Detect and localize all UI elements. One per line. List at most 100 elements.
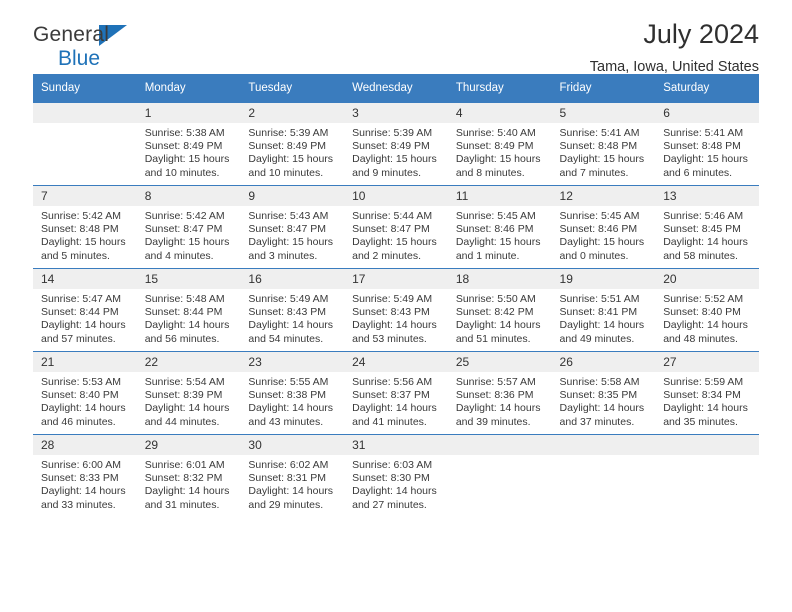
calendar-day-cell[interactable]: 14 Sunrise: 5:47 AM Sunset: 8:44 PM Dayl… bbox=[33, 268, 137, 352]
calendar-day-cell[interactable] bbox=[33, 102, 137, 186]
day-number: 16 bbox=[240, 269, 345, 289]
calendar-day-cell[interactable]: 5 Sunrise: 5:41 AM Sunset: 8:48 PM Dayli… bbox=[551, 102, 656, 186]
calendar-day-cell[interactable]: 16 Sunrise: 5:49 AM Sunset: 8:43 PM Dayl… bbox=[240, 268, 345, 352]
calendar-day-cell[interactable]: 30 Sunrise: 6:02 AM Sunset: 8:31 PM Dayl… bbox=[240, 434, 345, 517]
calendar-week-row: 21 Sunrise: 5:53 AM Sunset: 8:40 PM Dayl… bbox=[33, 351, 759, 435]
daylight-text: Daylight: 15 hours and 6 minutes. bbox=[663, 153, 748, 179]
sunrise-text: Sunrise: 5:45 AM bbox=[455, 210, 536, 222]
calendar-day-cell[interactable]: 2 Sunrise: 5:39 AM Sunset: 8:49 PM Dayli… bbox=[240, 102, 345, 186]
daylight-text: Daylight: 14 hours and 49 minutes. bbox=[559, 319, 645, 345]
calendar-day-cell[interactable]: 13 Sunrise: 5:46 AM Sunset: 8:45 PM Dayl… bbox=[655, 185, 759, 269]
logo-top-row: General bbox=[33, 24, 127, 46]
daylight-text: Daylight: 15 hours and 8 minutes. bbox=[455, 153, 541, 179]
sunrise-text: Sunrise: 5:48 AM bbox=[144, 293, 225, 305]
calendar-day-cell[interactable]: 17 Sunrise: 5:49 AM Sunset: 8:43 PM Dayl… bbox=[344, 268, 448, 352]
calendar-day-cell[interactable]: 23 Sunrise: 5:55 AM Sunset: 8:38 PM Dayl… bbox=[240, 351, 345, 435]
day-details: Sunrise: 5:56 AM Sunset: 8:37 PM Dayligh… bbox=[344, 372, 448, 429]
day-details: Sunrise: 5:59 AM Sunset: 8:34 PM Dayligh… bbox=[655, 372, 759, 429]
calendar-day-cell[interactable]: 6 Sunrise: 5:41 AM Sunset: 8:48 PM Dayli… bbox=[655, 102, 759, 186]
calendar-day-cell[interactable] bbox=[551, 434, 656, 517]
calendar-day-cell[interactable]: 24 Sunrise: 5:56 AM Sunset: 8:37 PM Dayl… bbox=[344, 351, 448, 435]
calendar-day-cell[interactable]: 20 Sunrise: 5:52 AM Sunset: 8:40 PM Dayl… bbox=[655, 268, 759, 352]
day-details: Sunrise: 6:02 AM Sunset: 8:31 PM Dayligh… bbox=[240, 455, 344, 512]
calendar-day-cell[interactable]: 28 Sunrise: 6:00 AM Sunset: 8:33 PM Dayl… bbox=[33, 434, 137, 517]
day-number: 3 bbox=[344, 103, 448, 123]
calendar-week-row: 7 Sunrise: 5:42 AM Sunset: 8:48 PM Dayli… bbox=[33, 185, 759, 269]
calendar-day-cell[interactable]: 8 Sunrise: 5:42 AM Sunset: 8:47 PM Dayli… bbox=[136, 185, 241, 269]
sunrise-text: Sunrise: 5:56 AM bbox=[352, 376, 433, 388]
sunrise-text: Sunrise: 5:42 AM bbox=[41, 210, 121, 222]
calendar-day-cell[interactable]: 22 Sunrise: 5:54 AM Sunset: 8:39 PM Dayl… bbox=[136, 351, 241, 435]
calendar-day-cell[interactable]: 29 Sunrise: 6:01 AM Sunset: 8:32 PM Dayl… bbox=[136, 434, 241, 517]
sunrise-text: Sunrise: 5:50 AM bbox=[455, 293, 536, 305]
day-details: Sunrise: 5:51 AM Sunset: 8:41 PM Dayligh… bbox=[552, 289, 656, 346]
day-number: 15 bbox=[136, 269, 241, 289]
day-number bbox=[33, 103, 137, 123]
day-details bbox=[33, 123, 137, 127]
calendar-day-cell[interactable]: 15 Sunrise: 5:48 AM Sunset: 8:44 PM Dayl… bbox=[136, 268, 241, 352]
weekday-header-thursday: Thursday bbox=[447, 74, 552, 103]
daylight-text: Daylight: 15 hours and 2 minutes. bbox=[352, 236, 437, 262]
sunset-text: Sunset: 8:30 PM bbox=[352, 472, 430, 485]
sunset-text: Sunset: 8:44 PM bbox=[144, 306, 223, 319]
calendar-day-cell[interactable]: 1 Sunrise: 5:38 AM Sunset: 8:49 PM Dayli… bbox=[136, 102, 241, 186]
day-number: 18 bbox=[447, 269, 552, 289]
daylight-text: Daylight: 15 hours and 9 minutes. bbox=[352, 153, 437, 179]
daylight-text: Daylight: 14 hours and 56 minutes. bbox=[144, 319, 230, 345]
calendar-day-cell[interactable]: 31 Sunrise: 6:03 AM Sunset: 8:30 PM Dayl… bbox=[344, 434, 448, 517]
sunset-text: Sunset: 8:44 PM bbox=[41, 306, 119, 319]
calendar-day-cell[interactable]: 9 Sunrise: 5:43 AM Sunset: 8:47 PM Dayli… bbox=[240, 185, 345, 269]
day-number: 9 bbox=[240, 186, 345, 206]
sunrise-text: Sunrise: 5:43 AM bbox=[248, 210, 329, 222]
sunrise-text: Sunrise: 5:49 AM bbox=[352, 293, 433, 305]
sunset-text: Sunset: 8:47 PM bbox=[352, 223, 430, 236]
day-number: 29 bbox=[136, 435, 241, 455]
calendar-day-cell[interactable]: 12 Sunrise: 5:45 AM Sunset: 8:46 PM Dayl… bbox=[551, 185, 656, 269]
sunrise-text: Sunrise: 5:59 AM bbox=[663, 376, 744, 388]
day-number: 25 bbox=[447, 352, 552, 372]
calendar-day-cell[interactable]: 27 Sunrise: 5:59 AM Sunset: 8:34 PM Dayl… bbox=[655, 351, 759, 435]
sunset-text: Sunset: 8:41 PM bbox=[559, 306, 638, 319]
sunset-text: Sunset: 8:48 PM bbox=[663, 140, 741, 153]
day-number: 23 bbox=[240, 352, 345, 372]
calendar-day-cell[interactable]: 3 Sunrise: 5:39 AM Sunset: 8:49 PM Dayli… bbox=[344, 102, 448, 186]
calendar-day-cell[interactable]: 11 Sunrise: 5:45 AM Sunset: 8:46 PM Dayl… bbox=[447, 185, 552, 269]
day-number: 13 bbox=[655, 186, 759, 206]
sunrise-text: Sunrise: 5:39 AM bbox=[248, 127, 329, 139]
sunrise-sunset-calendar: Sunday Monday Tuesday Wednesday Thursday… bbox=[33, 74, 759, 517]
weekday-header-tuesday: Tuesday bbox=[240, 74, 345, 103]
weekday-header-monday: Monday bbox=[136, 74, 241, 103]
day-details: Sunrise: 5:41 AM Sunset: 8:48 PM Dayligh… bbox=[655, 123, 759, 180]
sunrise-text: Sunrise: 5:40 AM bbox=[455, 127, 536, 139]
day-details: Sunrise: 5:53 AM Sunset: 8:40 PM Dayligh… bbox=[33, 372, 137, 429]
calendar-day-cell[interactable]: 26 Sunrise: 5:58 AM Sunset: 8:35 PM Dayl… bbox=[551, 351, 656, 435]
calendar-day-cell[interactable]: 7 Sunrise: 5:42 AM Sunset: 8:48 PM Dayli… bbox=[33, 185, 137, 269]
calendar-day-cell[interactable] bbox=[655, 434, 759, 517]
sunset-text: Sunset: 8:49 PM bbox=[248, 140, 327, 153]
calendar-day-cell[interactable]: 10 Sunrise: 5:44 AM Sunset: 8:47 PM Dayl… bbox=[344, 185, 448, 269]
day-details: Sunrise: 5:42 AM Sunset: 8:48 PM Dayligh… bbox=[33, 206, 137, 263]
calendar-day-cell[interactable]: 25 Sunrise: 5:57 AM Sunset: 8:36 PM Dayl… bbox=[447, 351, 552, 435]
title-block: July 2024 Tama, Iowa, United States bbox=[590, 19, 759, 74]
calendar-day-cell[interactable] bbox=[447, 434, 552, 517]
sunset-text: Sunset: 8:43 PM bbox=[352, 306, 430, 319]
day-number: 12 bbox=[551, 186, 656, 206]
day-details: Sunrise: 5:48 AM Sunset: 8:44 PM Dayligh… bbox=[137, 289, 241, 346]
day-number: 21 bbox=[33, 352, 137, 372]
day-details bbox=[448, 455, 552, 459]
day-number: 19 bbox=[551, 269, 656, 289]
sunset-text: Sunset: 8:48 PM bbox=[41, 223, 119, 236]
daylight-text: Daylight: 14 hours and 51 minutes. bbox=[455, 319, 541, 345]
daylight-text: Daylight: 14 hours and 35 minutes. bbox=[663, 402, 748, 428]
sunrise-text: Sunrise: 5:52 AM bbox=[663, 293, 744, 305]
day-number: 17 bbox=[344, 269, 448, 289]
calendar-day-cell[interactable]: 4 Sunrise: 5:40 AM Sunset: 8:49 PM Dayli… bbox=[447, 102, 552, 186]
sunset-text: Sunset: 8:46 PM bbox=[559, 223, 638, 236]
day-details: Sunrise: 5:52 AM Sunset: 8:40 PM Dayligh… bbox=[655, 289, 759, 346]
calendar-day-cell[interactable]: 21 Sunrise: 5:53 AM Sunset: 8:40 PM Dayl… bbox=[33, 351, 137, 435]
calendar-day-cell[interactable]: 19 Sunrise: 5:51 AM Sunset: 8:41 PM Dayl… bbox=[551, 268, 656, 352]
daylight-text: Daylight: 14 hours and 57 minutes. bbox=[41, 319, 126, 345]
calendar-day-cell[interactable]: 18 Sunrise: 5:50 AM Sunset: 8:42 PM Dayl… bbox=[447, 268, 552, 352]
day-number bbox=[447, 435, 552, 455]
day-details: Sunrise: 5:38 AM Sunset: 8:49 PM Dayligh… bbox=[137, 123, 241, 180]
